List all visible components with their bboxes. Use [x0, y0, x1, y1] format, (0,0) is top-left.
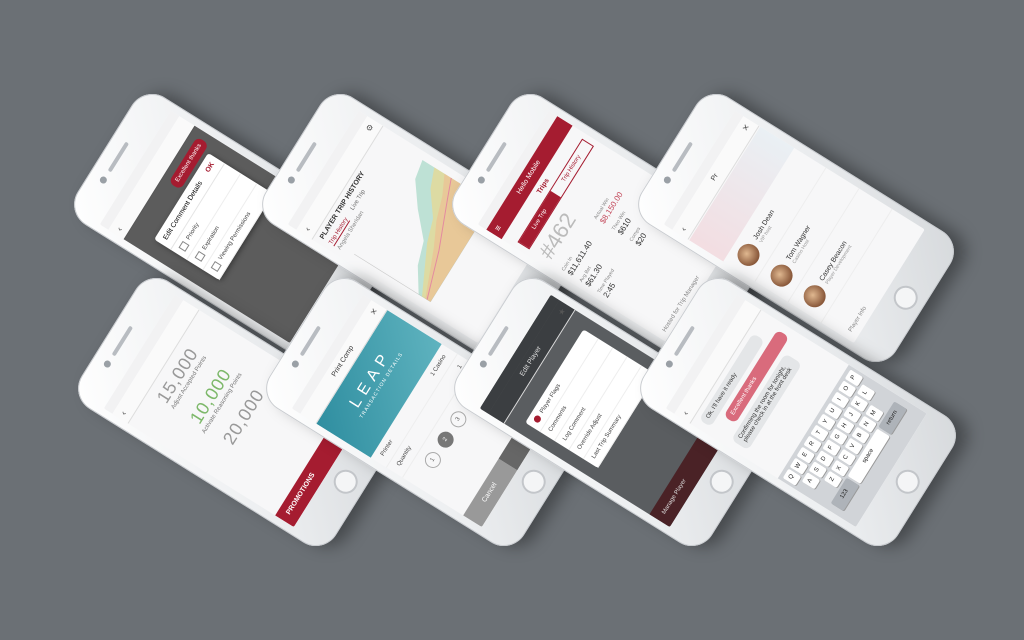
avatar	[733, 239, 764, 271]
back-icon[interactable]: ‹	[111, 223, 128, 235]
home-button[interactable]	[705, 465, 739, 499]
quantity-option[interactable]: 1	[421, 448, 444, 472]
earpiece-speaker	[299, 325, 322, 357]
earpiece-speaker	[487, 325, 510, 357]
front-camera	[478, 359, 489, 369]
back-icon[interactable]: ‹	[299, 223, 316, 235]
earpiece-speaker	[107, 141, 130, 173]
dialog-ok-button[interactable]: OK	[204, 161, 216, 174]
back-icon[interactable]: ‹	[675, 223, 692, 235]
home-button[interactable]	[891, 465, 925, 499]
front-camera	[286, 175, 297, 185]
menu-icon[interactable]: ≡	[489, 221, 507, 235]
star-icon[interactable]: ★	[553, 304, 572, 320]
earpiece-speaker	[485, 141, 508, 173]
flag-icon	[532, 414, 543, 424]
mockup-stage: ‹ Excellent thanks Edit Comment Details …	[0, 0, 1024, 640]
quantity-option[interactable]: 3	[447, 408, 470, 431]
front-camera	[98, 175, 109, 185]
back-icon[interactable]: ‹	[677, 407, 694, 419]
back-icon[interactable]: ‹	[115, 407, 132, 419]
footer-note: Player Info	[847, 305, 869, 334]
keyboard: Q W E R T Y U I O P A S D F G H J K L Z …	[777, 364, 927, 528]
front-camera	[662, 175, 673, 185]
checkbox-icon[interactable]	[194, 250, 206, 262]
home-button[interactable]	[329, 465, 363, 499]
close-icon[interactable]: ✕	[365, 304, 384, 319]
earpiece-speaker	[673, 325, 696, 357]
quantity-option[interactable]: 2	[434, 428, 457, 451]
option-label: Priority	[185, 222, 201, 242]
earpiece-speaker	[295, 141, 318, 173]
front-camera	[102, 359, 113, 369]
settings-icon[interactable]: ⚙	[361, 120, 380, 136]
field-label: Printer	[380, 439, 395, 458]
front-camera	[664, 359, 675, 369]
checkbox-icon[interactable]	[178, 240, 190, 252]
avatar	[766, 260, 797, 291]
front-camera	[476, 175, 487, 185]
nav-title: Pr	[710, 172, 720, 183]
earpiece-speaker	[111, 325, 134, 357]
cancel-button[interactable]: Cancel	[463, 458, 518, 528]
avatar	[799, 281, 830, 312]
home-button[interactable]	[517, 465, 551, 499]
close-icon[interactable]: ✕	[737, 120, 756, 135]
front-camera	[290, 359, 301, 369]
checkbox-icon[interactable]	[210, 260, 222, 272]
home-button[interactable]	[889, 281, 923, 315]
earpiece-speaker	[671, 141, 694, 173]
